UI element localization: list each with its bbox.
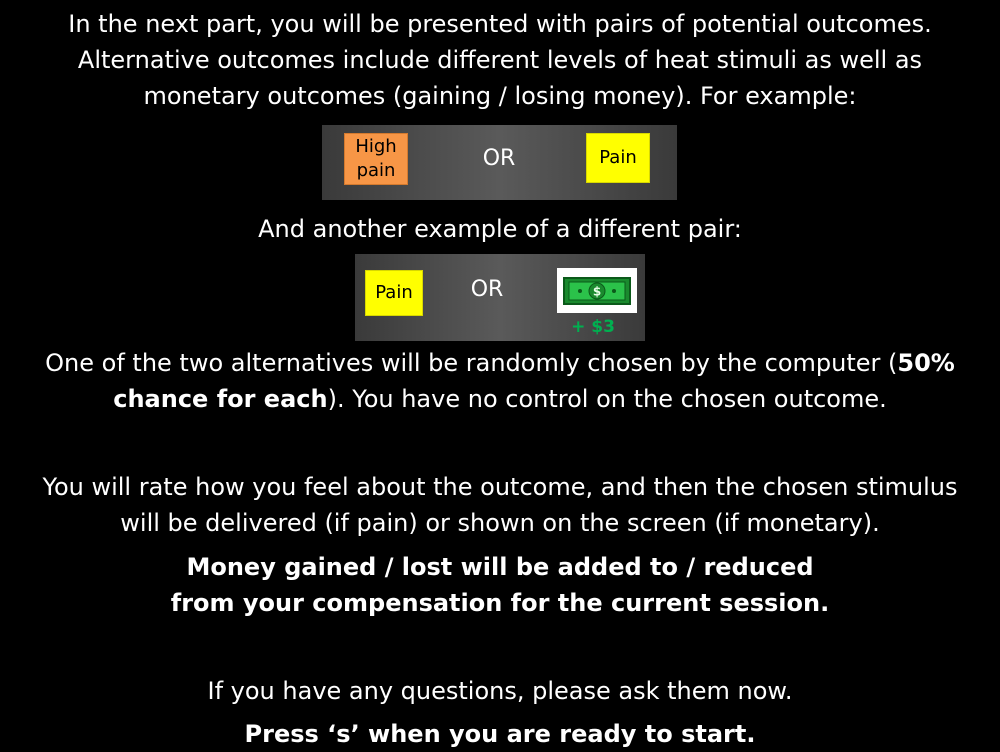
example-pair-2: Pain OR $ + $3 [355,254,645,341]
intro-line-2: Alternative outcomes include different l… [77,46,923,74]
pain-tile: Pain [365,270,423,316]
compensation-line-2: from your compensation for the current s… [170,589,830,617]
high-pain-tile: High pain [344,133,408,185]
money-amount-label: + $3 [571,317,615,337]
rating-line-1: You will rate how you feel about the out… [42,473,958,501]
chance-text: One of the two alternatives will be rand… [45,349,898,377]
example-pair-1: High pain OR Pain [322,125,677,200]
start-prompt: Press ‘s’ when you are ready to start. [244,720,756,748]
dollar-bill-icon: $ [563,276,631,305]
chance-emphasis: chance for each [113,385,328,413]
chance-line-1: One of the two alternatives will be rand… [0,345,1000,381]
money-tile: $ [557,268,637,313]
svg-text:$: $ [593,284,601,298]
questions-text: If you have any questions, please ask th… [207,677,793,705]
compensation-line-1: Money gained / lost will be added to / r… [186,553,814,581]
or-separator: OR [470,277,504,302]
another-example-text: And another example of a different pair: [258,215,742,243]
chance-line-2: chance for each). You have no control on… [0,381,1000,417]
or-separator: OR [482,146,516,171]
intro-line-1: In the next part, you will be presented … [68,10,932,38]
chance-text: ). You have no control on the chosen out… [327,385,887,413]
chance-percent: 50% [897,349,955,377]
intro-line-3: monetary outcomes (gaining / losing mone… [143,82,857,110]
pain-tile: Pain [586,133,650,183]
rating-line-2: will be delivered (if pain) or shown on … [120,509,880,537]
